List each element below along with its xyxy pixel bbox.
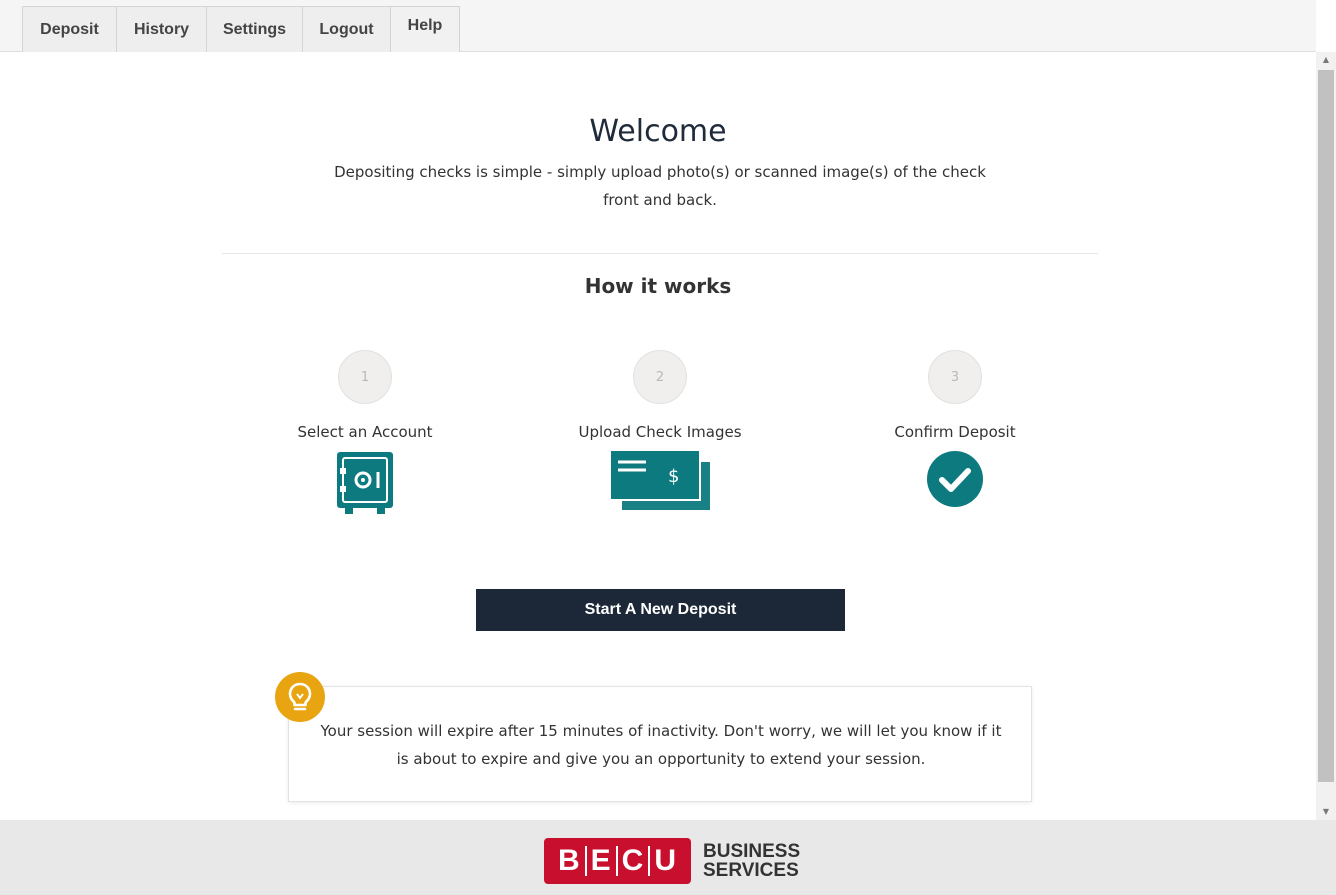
- page-title: Welcome: [589, 114, 727, 149]
- session-info-text: Your session will expire after 15 minute…: [320, 722, 1002, 768]
- lightbulb-icon: [275, 672, 325, 722]
- logo-text: BUSINESS SERVICES: [703, 842, 800, 880]
- nav-tabs: Deposit History Settings Logout Help: [22, 6, 460, 52]
- how-it-works-title: How it works: [584, 274, 732, 298]
- step-number: 3: [928, 350, 982, 404]
- vertical-scrollbar[interactable]: ▲ ▼: [1316, 52, 1336, 820]
- svg-text:$: $: [668, 466, 679, 487]
- main-content: Welcome Depositing checks is simple - si…: [0, 52, 1316, 820]
- logo-letter: B: [557, 844, 581, 877]
- tab-history[interactable]: History: [116, 6, 206, 52]
- logo-letter: U: [654, 844, 678, 877]
- step-label: Select an Account: [297, 423, 433, 441]
- check-images-icon: $: [610, 450, 710, 510]
- logo-letter: C: [621, 844, 645, 877]
- scroll-down-arrow-icon[interactable]: ▼: [1316, 804, 1336, 820]
- step-number: 1: [338, 350, 392, 404]
- welcome-text: Depositing checks is simple - simply upl…: [334, 163, 986, 209]
- becu-logo-mark: BECU: [544, 838, 691, 884]
- tab-help[interactable]: Help: [390, 6, 460, 52]
- step-number: 2: [633, 350, 687, 404]
- safe-icon: [337, 452, 393, 514]
- scroll-thumb[interactable]: [1318, 70, 1334, 782]
- step-select-account: 1 Select an Account: [245, 350, 485, 516]
- checkmark-circle-icon: [927, 451, 983, 507]
- footer: BECU BUSINESS SERVICES: [0, 820, 1336, 895]
- scroll-up-arrow-icon[interactable]: ▲: [1316, 52, 1336, 68]
- tab-logout[interactable]: Logout: [302, 6, 390, 52]
- session-info-box: Your session will expire after 15 minute…: [288, 686, 1032, 802]
- step-confirm-deposit: 3 Confirm Deposit: [835, 350, 1075, 508]
- divider: [222, 253, 1098, 254]
- step-label: Confirm Deposit: [894, 423, 1016, 441]
- tab-deposit[interactable]: Deposit: [22, 6, 116, 52]
- step-upload-check-images: 2 Upload Check Images $: [540, 350, 780, 512]
- step-label: Upload Check Images: [578, 423, 742, 441]
- tab-bar: Deposit History Settings Logout Help: [0, 0, 1316, 52]
- tab-settings[interactable]: Settings: [206, 6, 302, 52]
- logo-line-services: SERVICES: [703, 860, 799, 881]
- logo-line-business: BUSINESS: [703, 841, 801, 862]
- logo-letter: E: [590, 844, 612, 877]
- becu-business-services-logo: BECU BUSINESS SERVICES: [544, 838, 800, 884]
- start-new-deposit-button[interactable]: Start A New Deposit: [476, 589, 845, 631]
